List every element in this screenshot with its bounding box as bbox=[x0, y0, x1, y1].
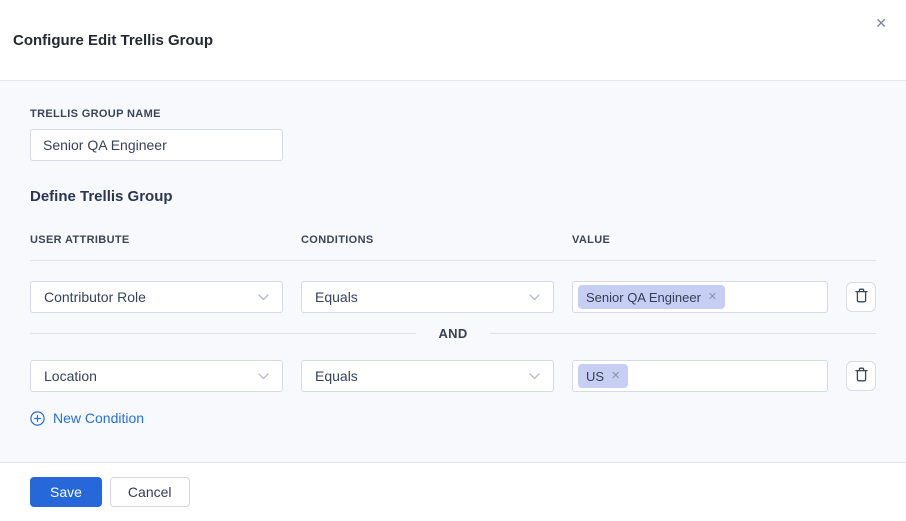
value-multiselect-field[interactable]: US ✕ bbox=[572, 360, 828, 392]
delete-condition-button[interactable] bbox=[846, 361, 876, 391]
user-attribute-selected-value: Location bbox=[44, 368, 97, 384]
value-tag-label: Senior QA Engineer bbox=[586, 290, 701, 305]
condition-selected-value: Equals bbox=[315, 368, 358, 384]
separator-line bbox=[30, 333, 416, 334]
tag-remove-icon[interactable]: ✕ bbox=[708, 292, 717, 303]
chevron-down-icon bbox=[258, 294, 269, 301]
condition-selected-value: Equals bbox=[315, 289, 358, 305]
trash-icon bbox=[855, 367, 868, 385]
chevron-down-icon bbox=[529, 294, 540, 301]
configure-trellis-group-dialog: Configure Edit Trellis Group ✕ TRELLIS G… bbox=[0, 0, 906, 521]
user-attribute-select[interactable]: Location bbox=[30, 360, 283, 392]
plus-circle-icon bbox=[30, 411, 45, 426]
delete-condition-button[interactable] bbox=[846, 282, 876, 312]
trash-icon bbox=[855, 288, 868, 306]
trellis-group-name-label: TRELLIS GROUP NAME bbox=[30, 108, 876, 120]
dialog-footer: Save Cancel bbox=[0, 462, 906, 521]
column-headers-row: USER ATTRIBUTE CONDITIONS VALUE bbox=[30, 234, 876, 246]
tag-remove-icon[interactable]: ✕ bbox=[611, 371, 620, 382]
chevron-down-icon bbox=[529, 373, 540, 380]
condition-row: Location Equals US ✕ bbox=[30, 360, 876, 392]
define-trellis-group-heading: Define Trellis Group bbox=[30, 188, 876, 205]
condition-row: Contributor Role Equals Senior QA Engine… bbox=[30, 281, 876, 313]
user-attribute-selected-value: Contributor Role bbox=[44, 289, 146, 305]
new-condition-button[interactable]: New Condition bbox=[30, 410, 144, 426]
condition-select[interactable]: Equals bbox=[301, 281, 554, 313]
user-attribute-column-header: USER ATTRIBUTE bbox=[30, 234, 283, 246]
trellis-group-name-input[interactable] bbox=[30, 129, 283, 161]
dialog-header: Configure Edit Trellis Group ✕ bbox=[0, 0, 906, 81]
separator-line bbox=[490, 333, 876, 334]
and-operator-label: AND bbox=[438, 326, 467, 341]
column-headers-divider bbox=[30, 260, 876, 261]
close-icon[interactable]: ✕ bbox=[873, 14, 889, 32]
dialog-body: TRELLIS GROUP NAME Define Trellis Group … bbox=[0, 81, 906, 462]
conditions-column-header: CONDITIONS bbox=[301, 234, 554, 246]
user-attribute-select[interactable]: Contributor Role bbox=[30, 281, 283, 313]
and-separator: AND bbox=[30, 326, 876, 341]
value-multiselect-field[interactable]: Senior QA Engineer ✕ bbox=[572, 281, 828, 313]
value-tag: Senior QA Engineer ✕ bbox=[578, 285, 725, 309]
new-condition-label: New Condition bbox=[53, 410, 144, 426]
dialog-title: Configure Edit Trellis Group bbox=[13, 32, 213, 49]
save-button[interactable]: Save bbox=[30, 477, 102, 507]
value-column-header: VALUE bbox=[572, 234, 828, 246]
cancel-button[interactable]: Cancel bbox=[110, 477, 190, 507]
value-tag: US ✕ bbox=[578, 364, 628, 388]
value-tag-label: US bbox=[586, 369, 604, 384]
condition-select[interactable]: Equals bbox=[301, 360, 554, 392]
chevron-down-icon bbox=[258, 373, 269, 380]
